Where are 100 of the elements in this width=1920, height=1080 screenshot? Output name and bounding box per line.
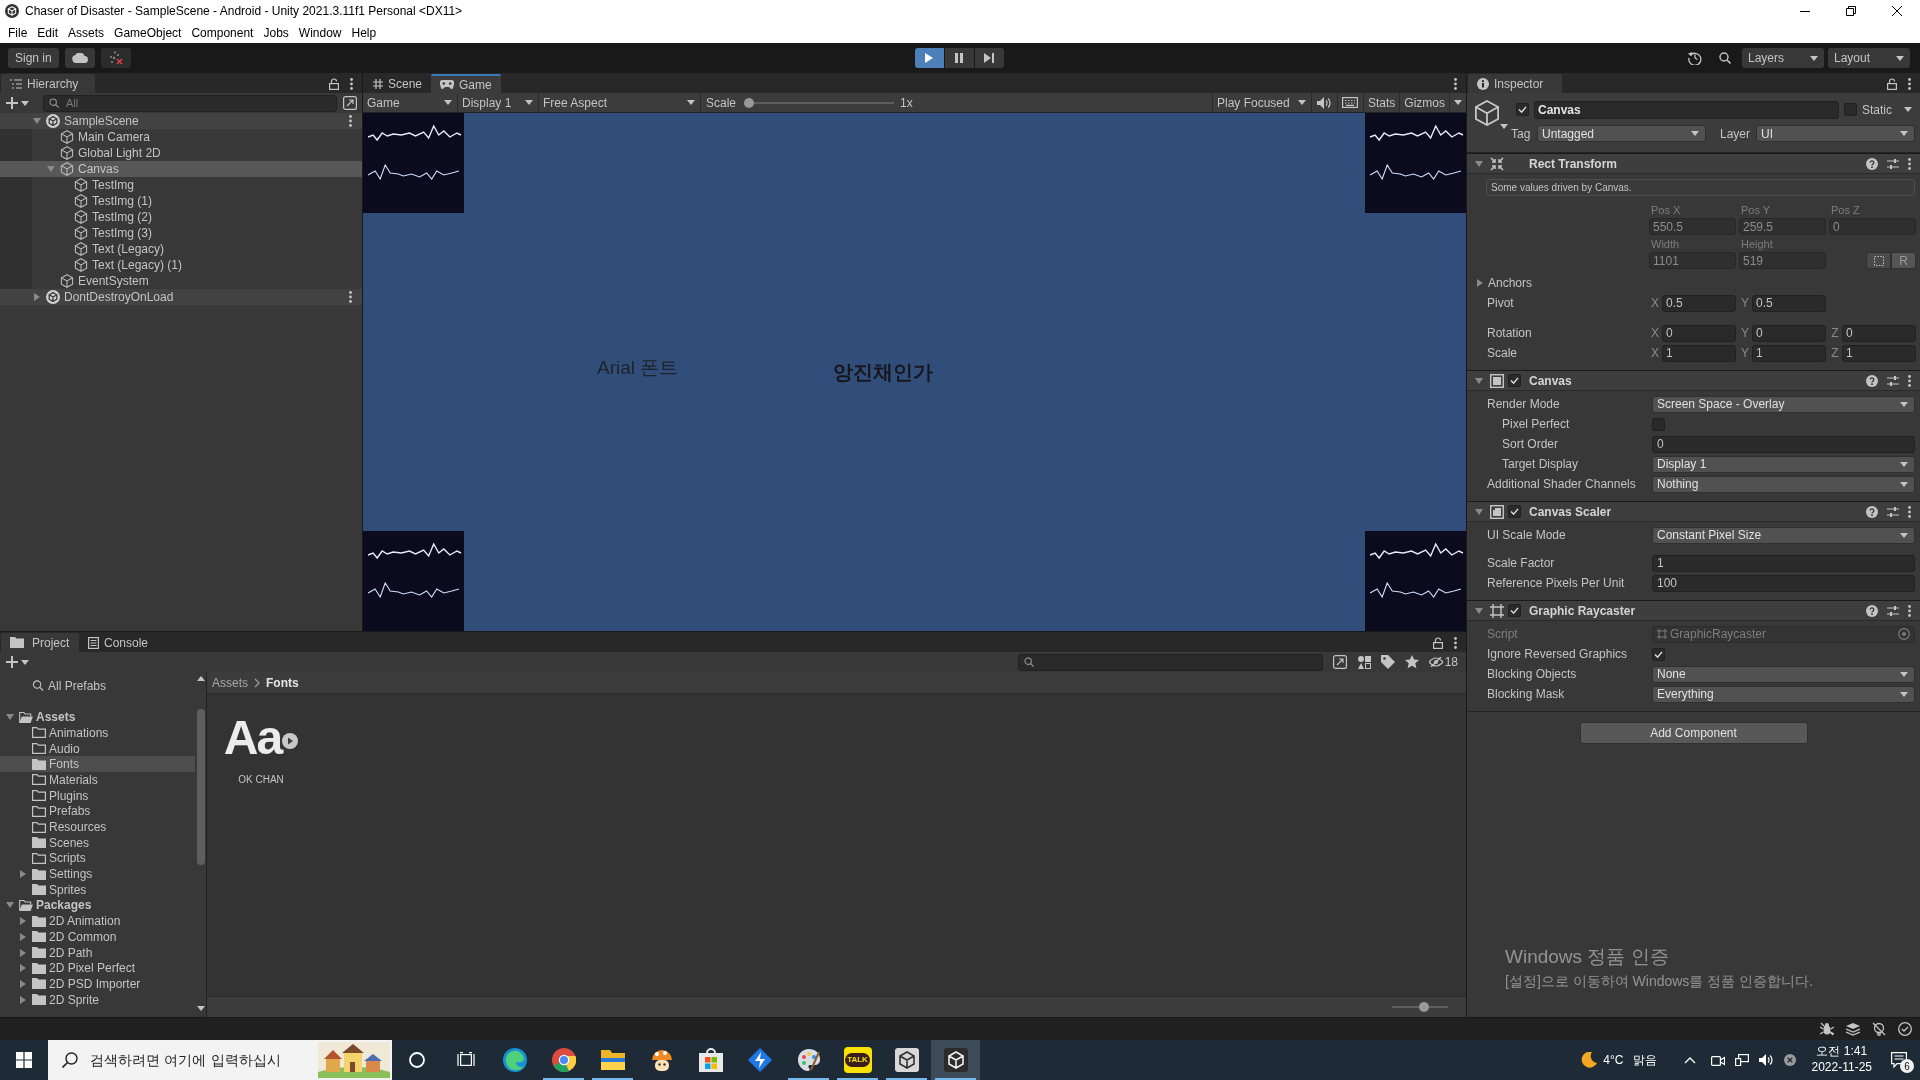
number-field[interactable]: 259.5 (1739, 218, 1826, 235)
arrow-right-icon[interactable] (20, 948, 26, 957)
check-circle-icon[interactable] (1898, 1022, 1912, 1036)
play-button[interactable] (914, 48, 944, 68)
cube-icon[interactable] (1474, 100, 1500, 126)
sliders-icon[interactable] (1887, 505, 1899, 518)
number-field[interactable]: 0 (1652, 435, 1915, 453)
arrow-right-icon[interactable] (20, 979, 26, 988)
caret-icon[interactable] (1904, 107, 1912, 112)
number-field[interactable]: 0 (1829, 218, 1916, 235)
more-icon[interactable] (349, 291, 352, 303)
square-arrow-icon[interactable] (343, 96, 357, 110)
tag-icon[interactable] (1380, 655, 1395, 669)
component-header[interactable]: Canvas Scaler (1467, 501, 1920, 522)
add-component-button[interactable]: Add Component (1579, 722, 1808, 744)
menu-item[interactable]: Edit (32, 25, 64, 40)
help-icon[interactable] (1866, 374, 1878, 387)
tree-item[interactable]: Settings (0, 866, 195, 882)
tree-item[interactable]: 2D Path (0, 944, 195, 961)
sliders-icon[interactable] (1887, 157, 1899, 170)
gizmos-button[interactable]: Gizmos (1400, 93, 1450, 112)
tree-item[interactable]: 2D Pixel Perfect (0, 960, 195, 977)
arrow-right-icon[interactable] (1477, 279, 1483, 287)
number-field[interactable]: 0 (1752, 324, 1826, 342)
dropdown[interactable]: Display 1 (1652, 455, 1915, 473)
aspect-dropdown[interactable]: Free Aspect (539, 93, 701, 112)
layout-dropdown[interactable]: Layout (1828, 48, 1910, 68)
game-tab[interactable]: Game (431, 74, 501, 93)
scene-tab[interactable]: Scene (364, 74, 432, 93)
caret-icon[interactable] (1500, 124, 1508, 129)
asset-name[interactable]: OK CHAN (238, 774, 284, 785)
tree-item[interactable]: Packages (0, 897, 195, 914)
tree-item[interactable]: Sprites (0, 881, 195, 898)
close-circle-icon[interactable] (1782, 1054, 1797, 1066)
tree-item[interactable]: All Prefabs (0, 678, 195, 694)
tree-item[interactable]: Assets (0, 709, 195, 726)
more-icon[interactable] (1908, 505, 1911, 518)
number-field[interactable]: 1 (1752, 344, 1826, 362)
number-field[interactable]: 1101 (1649, 252, 1736, 269)
menu-item[interactable]: Assets (63, 25, 110, 40)
static-checkbox[interactable] (1844, 103, 1857, 116)
hierarchy-tab[interactable]: Hierarchy (1, 74, 95, 93)
number-field[interactable]: 519 (1739, 252, 1826, 269)
arrow-right-icon[interactable] (20, 932, 26, 941)
arrow-right-icon[interactable] (20, 870, 26, 879)
project-tab[interactable]: Project (1, 633, 79, 652)
hierarchy-item[interactable]: Canvas (0, 161, 362, 177)
layers-dropdown[interactable]: Layers (1742, 48, 1824, 68)
more-icon[interactable] (1454, 636, 1457, 649)
console-tab[interactable]: Console (79, 633, 158, 652)
taskbar-app-button[interactable] (931, 1040, 980, 1080)
help-icon[interactable] (1866, 157, 1878, 170)
tree-item[interactable]: Plugins (0, 787, 195, 804)
menu-item[interactable]: GameObject (109, 25, 187, 40)
scale-slider[interactable] (744, 96, 895, 109)
arrow-right-icon[interactable] (20, 995, 26, 1004)
number-field[interactable]: 1 (1842, 344, 1916, 362)
play-mode-dropdown[interactable]: Play Focused (1211, 93, 1312, 112)
help-icon[interactable] (1866, 505, 1878, 518)
arrow-down-icon[interactable] (1475, 607, 1483, 614)
number-field[interactable]: 550.5 (1649, 218, 1736, 235)
component-header[interactable]: Graphic Raycaster (1467, 600, 1920, 621)
collaborate-button[interactable] (100, 48, 131, 68)
enable-checkbox[interactable] (1508, 505, 1521, 518)
stats-button[interactable]: Stats (1363, 93, 1401, 112)
tree-item[interactable]: Scenes (0, 834, 195, 851)
tree-item[interactable]: Scripts (0, 850, 195, 867)
anchors-foldout[interactable]: Anchors (1467, 273, 1915, 293)
cloud-button[interactable] (64, 48, 95, 68)
number-field[interactable]: 0 (1842, 324, 1916, 342)
lock-icon[interactable] (1887, 77, 1897, 90)
arrow-right-icon[interactable] (34, 293, 40, 301)
slider-thumb[interactable] (744, 97, 755, 108)
lock-icon[interactable] (1433, 636, 1443, 649)
number-field[interactable]: 1 (1652, 554, 1915, 572)
tree-item[interactable]: Materials (0, 772, 195, 788)
arrow-right-icon[interactable] (20, 964, 26, 973)
dropdown[interactable]: None (1652, 665, 1915, 683)
sliders-icon[interactable] (1887, 374, 1899, 387)
scrollbar-thumb[interactable] (196, 709, 205, 865)
play-circle-icon[interactable] (282, 733, 299, 749)
menu-item[interactable]: File (3, 25, 33, 40)
blueprint-mode-button[interactable] (1866, 252, 1891, 269)
enable-checkbox[interactable] (1508, 604, 1521, 617)
number-field[interactable]: 100 (1652, 574, 1915, 592)
lock-icon[interactable] (329, 77, 339, 90)
tree-item[interactable]: Animations (0, 725, 195, 741)
sign-in-button[interactable]: Sign in (8, 48, 59, 68)
video-camera-icon[interactable] (1710, 1054, 1725, 1066)
display-dropdown[interactable]: Display 1 (458, 93, 539, 112)
hierarchy-item[interactable]: DontDestroyOnLoad (0, 289, 362, 305)
stack-icon[interactable] (1846, 1022, 1860, 1036)
menu-item[interactable]: Jobs (258, 25, 294, 40)
more-icon[interactable] (1908, 77, 1911, 90)
create-button[interactable] (4, 653, 31, 671)
menu-item[interactable]: Component (186, 25, 259, 40)
dropdown[interactable]: Nothing (1652, 475, 1915, 493)
speaker-icon[interactable] (1758, 1054, 1773, 1066)
search-field[interactable]: All (43, 94, 337, 112)
target-icon[interactable] (1898, 628, 1910, 640)
